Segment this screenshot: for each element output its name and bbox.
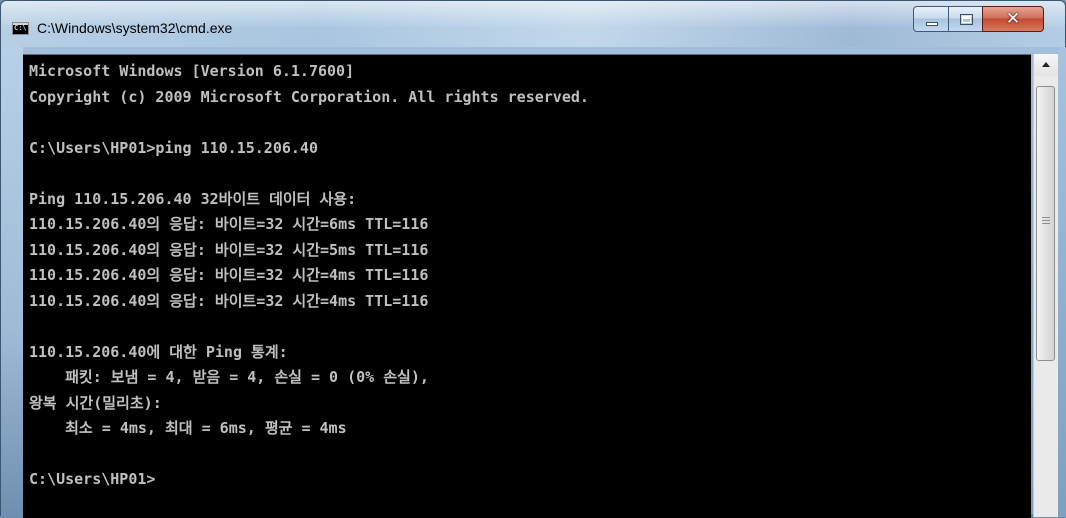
console-line: 왕복 시간(밀리초):	[29, 393, 162, 412]
close-button[interactable]: ✕	[982, 6, 1044, 32]
maximize-icon	[960, 14, 973, 25]
scroll-up-arrow-icon[interactable]	[1034, 54, 1058, 76]
console-line: 110.15.206.40의 응답: 바이트=32 시간=4ms TTL=116	[29, 291, 429, 310]
console-line: Microsoft Windows [Version 6.1.7600]	[29, 62, 355, 80]
app-icon-glyph: C:\	[14, 24, 27, 32]
console-prompt-line: C:\Users\HP01>	[29, 470, 156, 488]
maximize-button[interactable]	[948, 6, 983, 32]
minimize-icon	[926, 22, 938, 26]
minimize-button[interactable]	[913, 6, 949, 32]
title-bar[interactable]: C:\ C:\Windows\system32\cmd.exe ✕	[1, 1, 1065, 47]
console-line: C:\Users\HP01>ping 110.15.206.40	[29, 138, 318, 157]
close-icon: ✕	[1005, 9, 1021, 29]
console-line: 110.15.206.40의 응답: 바이트=32 시간=6ms TTL=116	[29, 215, 429, 233]
console-line: 110.15.206.40의 응답: 바이트=32 시간=5ms TTL=116	[29, 240, 429, 259]
console-line: 110.15.206.40에 대한 Ping 통계:	[29, 342, 288, 361]
console-output: Microsoft Windows [Version 6.1.7600] Copy…	[29, 59, 589, 493]
console-line: Ping 110.15.206.40 32바이트 데이터 사용:	[29, 189, 357, 208]
caption-buttons: ✕	[913, 6, 1058, 32]
scroll-grip-line	[1042, 223, 1050, 224]
console-line: 패킷: 보냄 = 4, 받음 = 4, 손실 = 0 (0% 손실),	[29, 368, 429, 386]
cmd-window: C:\ C:\Windows\system32\cmd.exe ✕ Micros…	[0, 0, 1066, 518]
window-frame-left	[1, 47, 23, 517]
window-title: C:\Windows\system32\cmd.exe	[37, 20, 233, 36]
console-area[interactable]: Microsoft Windows [Version 6.1.7600] Copy…	[23, 54, 1031, 518]
console-line: 110.15.206.40의 응답: 바이트=32 시간=4ms TTL=116	[29, 266, 429, 284]
scroll-thumb[interactable]	[1036, 86, 1055, 361]
scroll-grip-line	[1042, 220, 1050, 221]
vertical-scrollbar[interactable]	[1033, 54, 1058, 517]
scroll-grip-line	[1042, 217, 1050, 218]
cmd-app-icon[interactable]: C:\	[12, 22, 29, 35]
window-frame-right	[1058, 47, 1066, 517]
console-line: Copyright (c) 2009 Microsoft Corporation…	[29, 87, 589, 106]
console-line: 최소 = 4ms, 최대 = 6ms, 평균 = 4ms	[29, 419, 347, 437]
